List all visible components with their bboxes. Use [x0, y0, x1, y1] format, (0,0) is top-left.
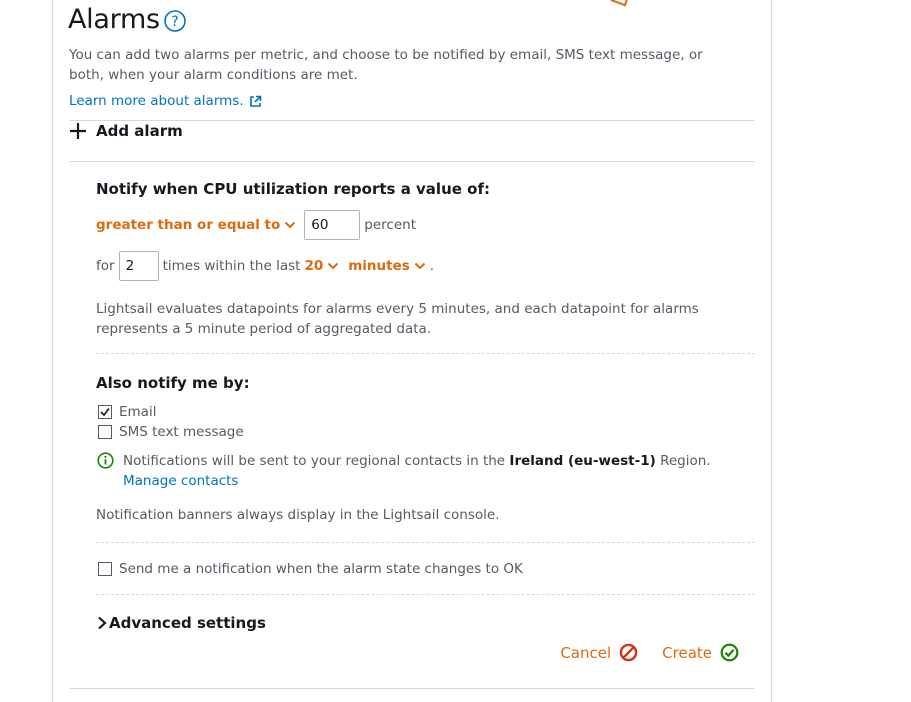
email-checkbox[interactable]: Email — [98, 404, 156, 420]
chevron-down-icon — [328, 262, 339, 270]
cancel-label: Cancel — [560, 643, 612, 662]
banner-note: Notification banners always display in t… — [96, 507, 500, 523]
external-link-icon — [249, 95, 261, 107]
section-header: Alarms ? — [68, 4, 186, 35]
divider — [69, 120, 755, 121]
period-row: for 2 times within the last 20 minutes . — [96, 251, 434, 281]
add-alarm-button[interactable]: Add alarm — [69, 122, 183, 140]
create-button[interactable]: Create — [662, 643, 739, 662]
ok-state-label: Send me a notification when the alarm st… — [119, 561, 523, 577]
notify-by-heading: Also notify me by: — [96, 374, 250, 392]
ok-state-checkbox[interactable]: Send me a notification when the alarm st… — [98, 561, 523, 577]
add-alarm-label: Add alarm — [96, 122, 183, 140]
alarm-condition-heading: Notify when CPU utilization reports a va… — [96, 180, 490, 198]
checkbox-checked[interactable] — [98, 405, 112, 419]
dashed-divider — [96, 542, 755, 543]
period-value-dropdown[interactable]: 20 — [304, 258, 339, 274]
chevron-right-icon — [98, 616, 107, 630]
advanced-settings-toggle[interactable]: Advanced settings — [96, 614, 266, 632]
evaluation-note: Lightsail evaluates datapoints for alarm… — [96, 301, 699, 337]
cancel-button[interactable]: Cancel — [560, 643, 638, 662]
manage-contacts-link[interactable]: Manage contacts — [123, 471, 711, 491]
times-label: times within the last — [162, 258, 301, 274]
sms-label: SMS text message — [119, 424, 244, 440]
checkbox-unchecked[interactable] — [98, 562, 112, 576]
info-icon — [97, 452, 114, 469]
help-icon[interactable]: ? — [163, 9, 186, 32]
svg-text:?: ? — [171, 14, 178, 30]
period-unit: minutes — [348, 258, 410, 274]
period-value: 20 — [304, 258, 324, 274]
dashed-divider — [96, 594, 755, 595]
plus-icon — [70, 123, 86, 139]
learn-more-link[interactable]: Learn more about alarms. — [69, 93, 262, 109]
condition-row: greater than or equal to 60 percent — [96, 210, 416, 240]
divider — [69, 161, 755, 162]
email-label: Email — [119, 404, 157, 420]
threshold-input[interactable]: 60 — [304, 210, 361, 240]
section-title: Alarms — [68, 4, 160, 35]
check-icon — [100, 408, 110, 417]
period-unit-dropdown[interactable]: minutes — [348, 258, 426, 274]
unit-label: percent — [364, 217, 416, 233]
divider — [69, 688, 755, 689]
region-name: Ireland (eu-west-1) — [509, 453, 656, 469]
check-circle-icon — [720, 643, 739, 662]
create-label: Create — [662, 643, 712, 662]
section-description: You can add two alarms per metric, and c… — [69, 47, 703, 83]
learn-more-label: Learn more about alarms. — [69, 93, 244, 109]
for-label: for — [96, 258, 115, 274]
times-input[interactable]: 2 — [118, 251, 159, 281]
operator-dropdown[interactable]: greater than or equal to — [96, 217, 296, 233]
form-actions: Cancel Create — [560, 643, 739, 662]
checkbox-unchecked[interactable] — [98, 425, 112, 439]
info-suffix: Region. — [660, 453, 711, 469]
dashed-divider — [96, 353, 755, 354]
sms-checkbox[interactable]: SMS text message — [98, 424, 244, 440]
chevron-down-icon — [414, 262, 426, 270]
regional-contacts-info: Notifications will be sent to your regio… — [97, 451, 711, 491]
chevron-down-icon — [285, 221, 296, 229]
cut-off-icon — [610, 0, 630, 7]
info-prefix: Notifications will be sent to your regio… — [123, 453, 506, 469]
card-border-left — [52, 0, 53, 702]
operator-value: greater than or equal to — [96, 217, 281, 233]
card-border-right — [771, 0, 772, 702]
cancel-icon — [619, 643, 638, 662]
period-end: . — [429, 258, 435, 274]
advanced-settings-label: Advanced settings — [109, 614, 266, 632]
